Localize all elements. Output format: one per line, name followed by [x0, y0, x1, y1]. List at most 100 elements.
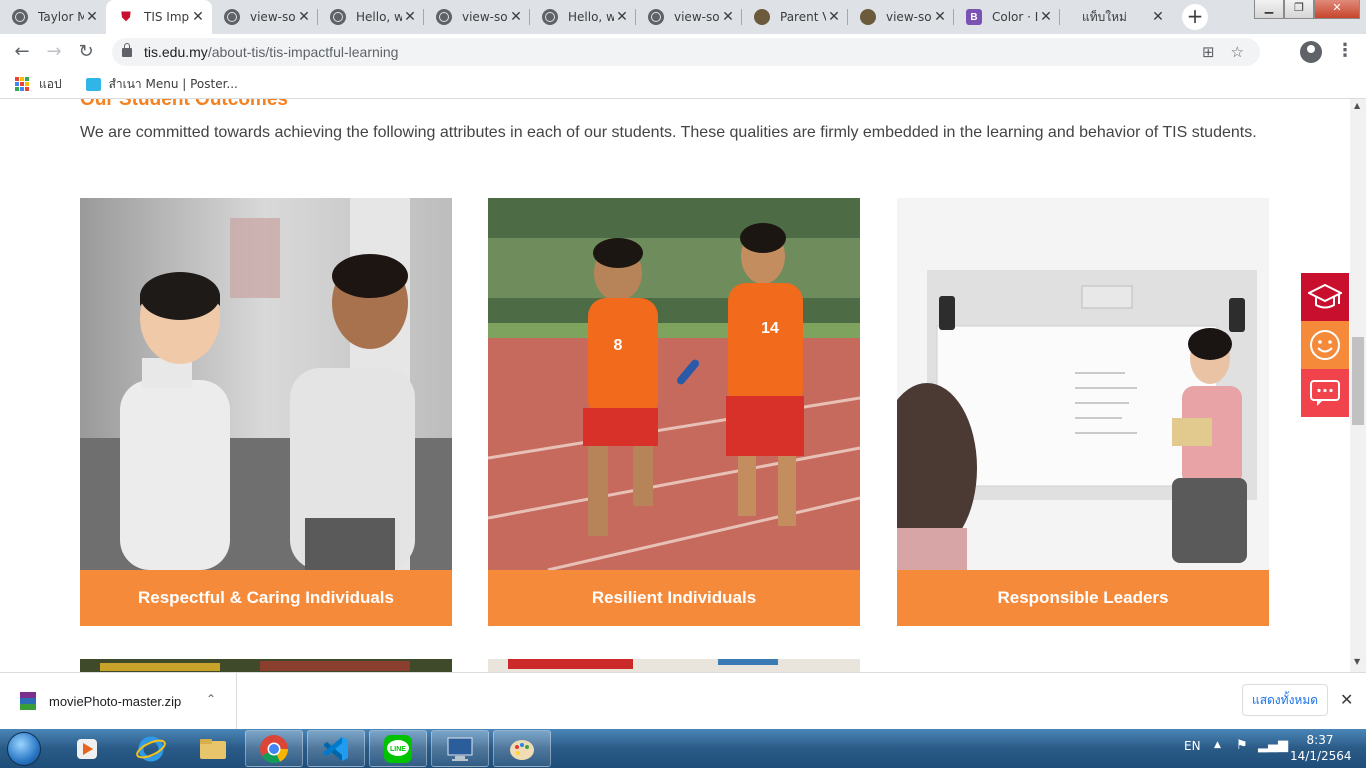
- download-item[interactable]: moviePhoto-master.zip ⌃: [0, 673, 237, 729]
- clock-time: 8:37: [1306, 733, 1334, 747]
- tab-title: TIS Imp: [144, 10, 190, 24]
- tab-title: view-so: [674, 10, 720, 24]
- action-center-icon[interactable]: ⚑: [1236, 738, 1248, 753]
- back-button[interactable]: ←: [10, 40, 34, 64]
- tab-title: view-so: [250, 10, 296, 24]
- smiley-icon: [1310, 330, 1340, 360]
- profile-avatar[interactable]: [1300, 41, 1322, 63]
- tab-hello[interactable]: Hello, w ✕: [318, 0, 424, 34]
- close-tab-icon[interactable]: ✕: [1150, 9, 1166, 25]
- tab-taylor[interactable]: Taylor M ✕: [0, 0, 106, 34]
- url-text[interactable]: tis.edu.my/about-tis/tis-impactful-learn…: [144, 44, 398, 60]
- apps-grid-icon[interactable]: [15, 77, 29, 91]
- page-content: Our Student Outcomes We are committed to…: [0, 99, 1350, 672]
- tab-tis[interactable]: ⛊ TIS Imp ✕: [106, 0, 212, 34]
- outcome-card-respectful[interactable]: Respectful & Caring Individuals: [80, 198, 452, 626]
- taskbar-chrome[interactable]: [245, 730, 303, 767]
- language-indicator[interactable]: EN: [1184, 739, 1201, 753]
- close-tab-icon[interactable]: ✕: [402, 9, 418, 25]
- outcome-card-partial[interactable]: [80, 659, 452, 672]
- close-tab-icon[interactable]: ✕: [614, 9, 630, 25]
- taskbar-remote-desktop[interactable]: [431, 730, 489, 767]
- tab-title: Parent V: [780, 10, 826, 24]
- bookmark-favicon-icon: [85, 77, 101, 91]
- start-button[interactable]: [4, 729, 44, 768]
- tab-title: แท็บใหม่: [1082, 9, 1127, 24]
- taskbar-vscode[interactable]: [307, 730, 365, 767]
- bookmark-menu-poster[interactable]: สำเนา Menu | Poster...: [109, 75, 238, 94]
- owl-icon: [754, 9, 770, 25]
- bookmark-star-icon[interactable]: ☆: [1231, 43, 1244, 61]
- globe-icon: [436, 9, 452, 25]
- lock-icon[interactable]: [122, 42, 132, 57]
- minimize-button[interactable]: ▁: [1254, 0, 1284, 19]
- chat-button[interactable]: [1301, 369, 1349, 417]
- tab-new-tab[interactable]: แท็บใหม่ ✕: [1060, 0, 1172, 34]
- new-tab-button[interactable]: +: [1182, 4, 1208, 30]
- graduation-cap-icon: [1308, 283, 1342, 309]
- outcome-card-resilient[interactable]: 8 14 Resilient Individuals: [488, 198, 860, 626]
- page-scrollbar[interactable]: ▲ ▼: [1350, 99, 1366, 672]
- scroll-down-arrow-icon[interactable]: ▼: [1354, 657, 1360, 666]
- clock[interactable]: 8:37 14/1/2564: [1290, 732, 1352, 764]
- taskbar-paint[interactable]: [493, 730, 551, 767]
- network-icon[interactable]: ▂▄▆: [1258, 738, 1288, 753]
- card-caption: Respectful & Caring Individuals: [80, 570, 452, 626]
- globe-icon: [224, 9, 240, 25]
- address-bar[interactable]: tis.edu.my/about-tis/tis-impactful-learn…: [112, 38, 1260, 66]
- tab-color[interactable]: B Color · I ✕: [954, 0, 1060, 34]
- close-tab-icon[interactable]: ✕: [84, 9, 100, 25]
- close-shelf-icon[interactable]: ✕: [1340, 690, 1353, 710]
- outcome-card-leaders[interactable]: Responsible Leaders: [897, 198, 1269, 626]
- tab-title: Taylor M: [38, 10, 84, 24]
- tab-title: Color · I: [992, 10, 1038, 24]
- close-tab-icon[interactable]: ✕: [296, 9, 312, 25]
- taskbar-media-player[interactable]: [58, 730, 116, 767]
- chevron-up-icon[interactable]: ⌃: [206, 692, 216, 706]
- globe-icon: [330, 9, 346, 25]
- tab-title: view-so: [462, 10, 508, 24]
- reload-button[interactable]: ↻: [74, 40, 98, 64]
- classroom-teacher-photo: [897, 198, 1269, 570]
- tab-hello[interactable]: Hello, w ✕: [530, 0, 636, 34]
- tab-view-source[interactable]: view-so ✕: [212, 0, 318, 34]
- tab-strip: Taylor M ✕ ⛊ TIS Imp ✕ view-so ✕ Hello, …: [0, 0, 1366, 34]
- close-tab-icon[interactable]: ✕: [720, 9, 736, 25]
- taskbar-explorer[interactable]: [184, 730, 242, 767]
- taskbar-ie[interactable]: [122, 730, 180, 767]
- translate-icon[interactable]: ⊞: [1202, 43, 1215, 61]
- outcome-card-partial[interactable]: [488, 659, 860, 672]
- download-shelf: moviePhoto-master.zip ⌃ แสดงทั้งหมด ✕: [0, 672, 1366, 730]
- browser-toolbar: ← → ↻ tis.edu.my/about-tis/tis-impactful…: [0, 34, 1366, 70]
- vscode-icon: [324, 736, 348, 761]
- maximize-button[interactable]: ❐: [1284, 0, 1314, 19]
- close-tab-icon[interactable]: ✕: [932, 9, 948, 25]
- tab-title: Hello, w: [568, 10, 614, 24]
- close-tab-icon[interactable]: ✕: [508, 9, 524, 25]
- owl-icon: [860, 9, 876, 25]
- bootstrap-icon: B: [966, 9, 982, 25]
- bookmarks-bar: แอป สำเนา Menu | Poster...: [0, 70, 1366, 99]
- feedback-button[interactable]: [1301, 321, 1349, 369]
- close-window-button[interactable]: ✕: [1314, 0, 1360, 19]
- tab-view-source[interactable]: view-so ✕: [848, 0, 954, 34]
- apply-button[interactable]: [1301, 273, 1349, 321]
- url-domain: tis.edu.my: [144, 44, 208, 60]
- close-tab-icon[interactable]: ✕: [190, 9, 206, 25]
- scrollbar-thumb[interactable]: [1352, 337, 1364, 425]
- menu-kebab-icon[interactable]: ⋮: [1336, 40, 1354, 61]
- close-tab-icon[interactable]: ✕: [1038, 9, 1054, 25]
- show-all-downloads-button[interactable]: แสดงทั้งหมด: [1242, 684, 1328, 716]
- bookmark-apps[interactable]: แอป: [39, 75, 62, 94]
- scroll-up-arrow-icon[interactable]: ▲: [1354, 101, 1360, 110]
- tab-view-source[interactable]: view-so ✕: [636, 0, 742, 34]
- forward-button[interactable]: →: [42, 40, 66, 64]
- show-hidden-icons-icon[interactable]: ▲: [1214, 740, 1221, 750]
- close-tab-icon[interactable]: ✕: [826, 9, 842, 25]
- windows-taskbar: LINE EN ▲ ⚑ ▂▄▆ 8:37 14/1/2564: [0, 729, 1366, 768]
- svg-text:LINE: LINE: [390, 746, 406, 753]
- tab-view-source[interactable]: view-so ✕: [424, 0, 530, 34]
- tab-parent[interactable]: Parent V ✕: [742, 0, 848, 34]
- taskbar-line[interactable]: LINE: [369, 730, 427, 767]
- tab-title: Hello, w: [356, 10, 402, 24]
